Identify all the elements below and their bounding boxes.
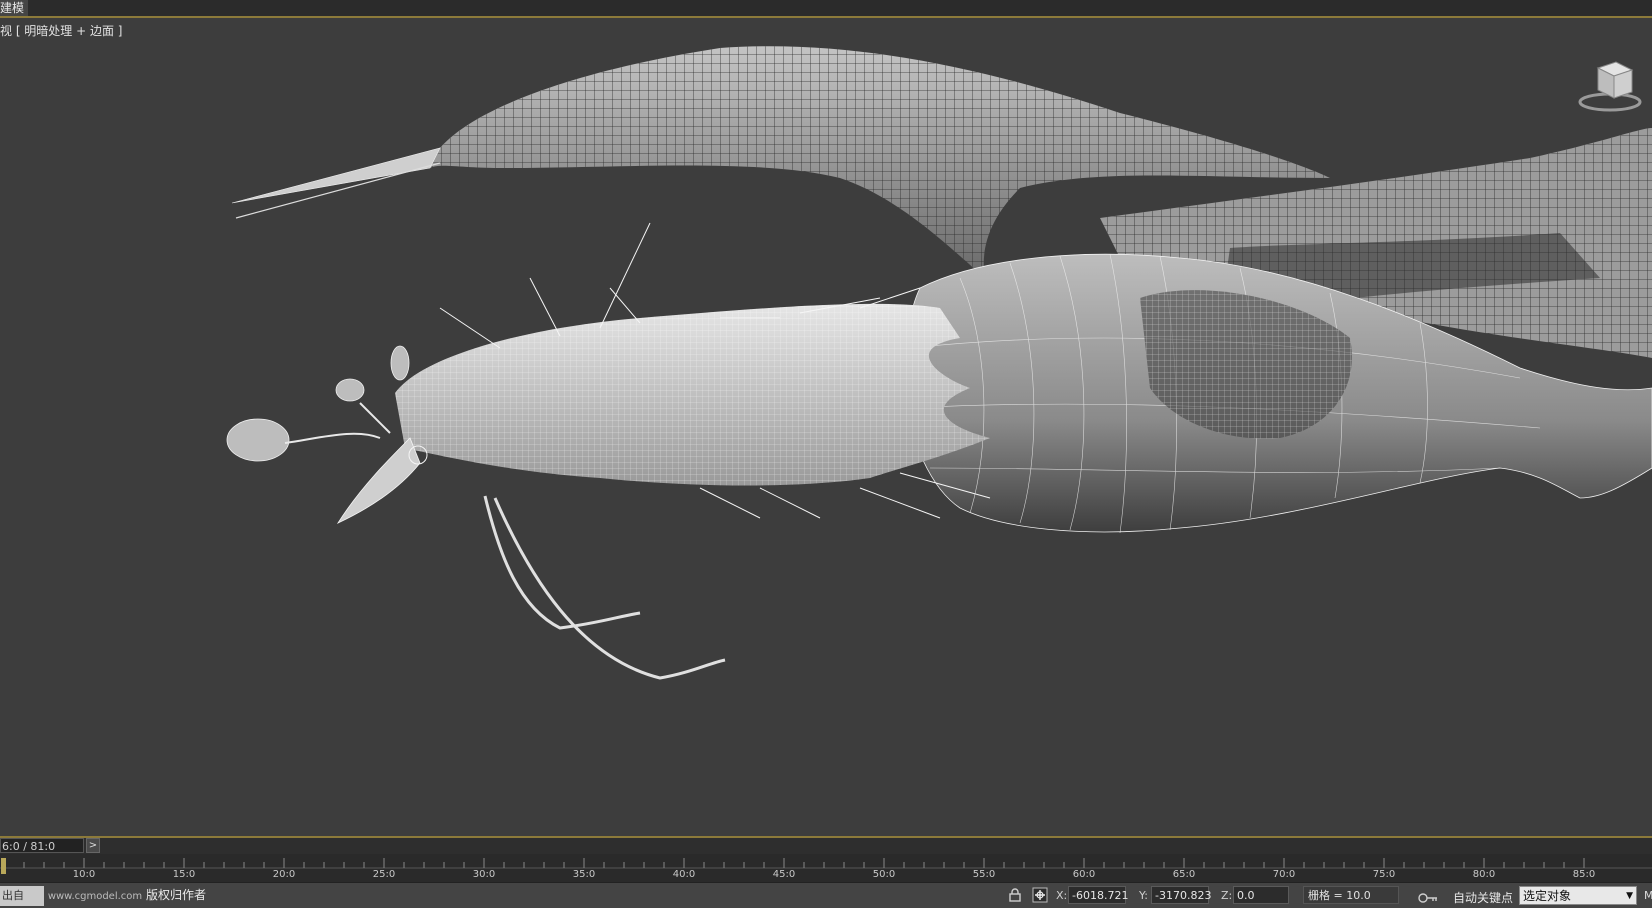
time-slider-handle[interactable]: [1, 858, 6, 874]
timeline-tick-label: 15:0: [172, 869, 196, 880]
watermark-site: www.cgmodel.com: [47, 891, 143, 902]
timeline-tick-label: 10:0: [72, 869, 96, 880]
time-slider-row: 6:0 / 81:0 >: [0, 838, 1652, 854]
z-label: Z:: [1221, 889, 1233, 902]
timeline-tick-label: 85:0: [1572, 869, 1596, 880]
status-right-edge: M: [1644, 889, 1652, 902]
timeline-tick-label: 50:0: [872, 869, 896, 880]
key-icon[interactable]: [1418, 889, 1438, 903]
y-label: Y:: [1139, 889, 1148, 902]
timeline-tick-label: 20:0: [272, 869, 296, 880]
tab-modeling[interactable]: 建模: [0, 0, 29, 16]
x-coordinate-field[interactable]: -6018.721: [1068, 886, 1128, 904]
lock-icon[interactable]: [1008, 888, 1022, 902]
neck-and-head: [226, 222, 991, 680]
timeline-tick-label: 25:0: [372, 869, 396, 880]
auto-key-button[interactable]: 自动关键点: [1453, 889, 1513, 906]
timeline-tick-label: 60:0: [1072, 869, 1096, 880]
viewcube-icon[interactable]: [1574, 48, 1644, 118]
timeline-tick-label: 80:0: [1472, 869, 1496, 880]
timeline-tick-label: 55:0: [972, 869, 996, 880]
timeline-tick-label: 35:0: [572, 869, 596, 880]
z-coordinate-field[interactable]: 0.0: [1233, 886, 1289, 904]
selection-set-value: 选定对象: [1523, 889, 1572, 903]
status-bar: 出自 www.cgmodel.com 版权归作者 X: -6018.721 Y:…: [0, 882, 1652, 908]
perspective-viewport[interactable]: 视 [ 明暗处理 + 边面 ]: [0, 18, 1652, 836]
watermark-mark: 出自: [0, 886, 44, 906]
timeline-tick-label: 65:0: [1172, 869, 1196, 880]
grid-size-display: 栅格 = 10.0: [1303, 886, 1399, 904]
timeline-tick-label: 45:0: [772, 869, 796, 880]
absolute-mode-icon[interactable]: [1032, 887, 1048, 903]
selection-set-dropdown[interactable]: 选定对象 ▼: [1519, 886, 1637, 905]
watermark-text: 出自 www.cgmodel.com 版权归作者: [0, 885, 206, 906]
frame-counter[interactable]: 6:0 / 81:0: [0, 838, 84, 853]
watermark-copyright: 版权归作者: [145, 888, 206, 902]
x-label: X:: [1056, 889, 1068, 902]
timeline-tick-label: 75:0: [1372, 869, 1396, 880]
chevron-down-icon: ▼: [1626, 891, 1633, 901]
y-coordinate-field[interactable]: -3170.823: [1151, 886, 1211, 904]
menu-bar: 建模: [0, 0, 1652, 18]
timeline-tick-label: 40:0: [672, 869, 696, 880]
phoenix-wireframe-model[interactable]: [0, 18, 1652, 836]
track-ticks: [0, 858, 1652, 869]
timeline-tick-label: 70:0: [1272, 869, 1296, 880]
timeline-tick-label: 30:0: [472, 869, 496, 880]
track-bar[interactable]: 10:0 15:0 20:0 25:0 30:0 35:0 40:0 45:0 50:0 55:0…: [0, 854, 1652, 882]
next-frame-button[interactable]: >: [86, 838, 100, 853]
